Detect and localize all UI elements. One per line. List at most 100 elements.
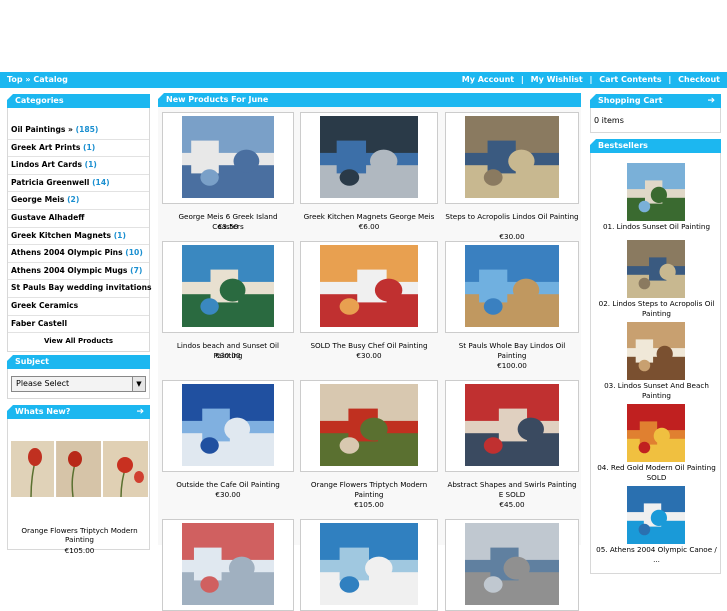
product-name[interactable]: Outside the Cafe Oil Painting [162, 480, 294, 490]
product-card[interactable]: St Pauls Whole Bay Lindos Oil Painting €1… [445, 241, 579, 370]
product-image[interactable] [162, 519, 294, 611]
bestseller-label[interactable]: 01. Lindos Sunset Oil Painting [593, 222, 720, 232]
category-item[interactable]: Greek Art Prints (1) [8, 140, 149, 158]
bestseller-image[interactable] [627, 486, 685, 544]
product-card[interactable]: Orange Flowers Triptych Modern Painting €… [300, 380, 438, 509]
product-card[interactable]: Abstract Shapes and Swirls Painting E SO… [445, 380, 579, 509]
bestseller-image[interactable] [627, 240, 685, 298]
category-label: Greek Ceramics [11, 300, 79, 310]
whats-new-product-name[interactable]: Orange Flowers Triptych Modern Painting [14, 526, 145, 544]
category-count: (2) [67, 195, 80, 205]
category-label: Greek Art Prints [11, 142, 81, 152]
cart-item-count: 0 items [594, 116, 624, 125]
category-label: Oil Paintings » [11, 125, 73, 134]
category-item[interactable]: Greek Ceramics [8, 298, 149, 316]
product-image[interactable] [300, 519, 438, 611]
product-image[interactable] [445, 112, 579, 204]
product-name[interactable]: St Pauls Whole Bay Lindos Oil Painting [445, 341, 579, 361]
category-item[interactable]: Faber Castell [8, 316, 149, 334]
category-count: (7) [130, 265, 143, 275]
whats-new-title: Whats New? [15, 407, 71, 417]
product-image[interactable] [445, 380, 579, 472]
top-nav-bar: Top » Catalog My Account | My Wishlist |… [0, 72, 727, 88]
bestseller-image[interactable] [627, 404, 685, 462]
subject-header: Subject [7, 355, 150, 370]
product-card[interactable]: Lindos beach and Sunset Oil Painting €30.… [162, 241, 294, 366]
categories-header: Categories [7, 94, 150, 108]
category-item[interactable]: Oil Paintings » (185) [8, 122, 149, 140]
product-price: €45.00 [499, 500, 525, 509]
product-name[interactable]: Greek Kitchen Magnets George Meis [300, 212, 438, 222]
bestsellers-title: Bestsellers [598, 141, 648, 150]
left-column: Categories Oil Paintings » (185) Greek Ar… [7, 94, 152, 555]
category-item[interactable]: Patricia Greenwell (14) [8, 175, 149, 193]
product-card[interactable]: Steps to Acropolis Lindos Oil Painting €3… [445, 112, 579, 241]
whats-new-header: Whats New? ➔ [7, 405, 150, 420]
product-image[interactable] [445, 519, 579, 611]
product-name[interactable]: Steps to Acropolis Lindos Oil Painting [445, 212, 579, 222]
product-card[interactable]: SOLD The Busy Chef Oil Painting €30.00 [300, 241, 438, 366]
product-price: €6.00 [358, 222, 380, 231]
bestseller-image[interactable] [627, 163, 685, 221]
product-card[interactable]: George Meis 6 Greek Island Coasters €3.50 [162, 112, 294, 237]
category-count: (14) [92, 177, 110, 187]
category-item[interactable]: Greek Kitchen Magnets (1) [8, 228, 149, 246]
categories-box: Oil Paintings » (185) Greek Art Prints (1… [7, 108, 152, 353]
category-item[interactable]: Lindos Art Cards (1) [8, 157, 149, 175]
product-name[interactable]: Abstract Shapes and Swirls Painting E SO… [445, 480, 579, 500]
arrow-right-icon[interactable]: ➔ [707, 96, 715, 106]
bestseller-image[interactable] [627, 322, 685, 380]
product-image[interactable] [445, 241, 579, 333]
checkout-link[interactable]: Checkout [678, 75, 720, 84]
category-item[interactable]: Athens 2004 Olympic Mugs (7) [8, 263, 149, 281]
subject-select-value: Please Select [16, 378, 70, 388]
category-label: Patricia Greenwell [11, 177, 90, 187]
subject-title: Subject [15, 357, 49, 367]
right-column: Shopping Cart ➔ 0 items Bestsellers 01. … [590, 94, 721, 574]
category-count: (185) [75, 125, 99, 134]
product-price: €100.00 [497, 361, 527, 370]
product-image[interactable] [162, 112, 294, 204]
my-account-link[interactable]: My Account [462, 75, 514, 84]
whats-new-product-price: €105.00 [64, 546, 95, 556]
product-card[interactable]: Greek Kitchen Magnets George Meis €6.00 [300, 112, 438, 237]
product-name[interactable]: SOLD The Busy Chef Oil Painting [300, 341, 438, 351]
whats-new-product-image[interactable] [11, 441, 148, 498]
account-links: My Account | My Wishlist | Cart Contents… [462, 75, 720, 84]
cart-contents-link[interactable]: Cart Contents [599, 75, 661, 84]
category-label: Faber Castell [11, 318, 68, 328]
arrow-right-icon[interactable]: ➔ [136, 407, 144, 417]
product-image[interactable] [300, 380, 438, 472]
chevron-down-icon[interactable]: ▼ [132, 377, 145, 392]
category-label: Athens 2004 Olympic Mugs [11, 265, 128, 275]
category-item[interactable]: St Pauls Bay wedding invitations [8, 280, 152, 298]
product-card[interactable]: Outside the Cafe Oil Painting €30.00 [162, 380, 294, 505]
category-item[interactable]: Athens 2004 Olympic Pins (10) [8, 245, 149, 263]
main-content: New Products For June George Meis 6 Gree… [158, 93, 581, 611]
category-item[interactable]: Gustave Alhadeff [8, 210, 149, 228]
shopping-cart-box: 0 items [590, 108, 721, 133]
product-price: €30.00 [215, 490, 241, 499]
bestseller-label[interactable]: 04. Red Gold Modern Oil Painting SOLD [593, 463, 720, 483]
product-price: €30.00 [356, 351, 382, 360]
category-item[interactable]: George Meis (2) [8, 192, 149, 210]
shopping-cart-header: Shopping Cart ➔ [590, 94, 721, 108]
bestseller-label[interactable]: 02. Lindos Steps to Acropolis Oil Painti… [593, 299, 720, 319]
bestseller-label[interactable]: 03. Lindos Sunset And Beach Painting [593, 381, 720, 401]
new-products-title: New Products For June [166, 95, 269, 104]
bestseller-label[interactable]: 05. Athens 2004 Olympic Canoe / ... [593, 545, 720, 565]
view-all-products-link[interactable]: View All Products [8, 333, 149, 351]
separator: | [589, 75, 593, 84]
shopping-cart-title: Shopping Cart [598, 96, 663, 105]
product-image[interactable] [300, 241, 438, 333]
product-image[interactable] [162, 380, 294, 472]
my-wishlist-link[interactable]: My Wishlist [531, 75, 583, 84]
subject-select[interactable]: Please Select ▼ [11, 376, 146, 393]
category-count: (1) [83, 142, 96, 152]
breadcrumb[interactable]: Top » Catalog [7, 75, 68, 84]
product-price: €3.50 [217, 222, 239, 231]
product-image[interactable] [300, 112, 438, 204]
product-name[interactable]: Orange Flowers Triptych Modern Painting [300, 480, 438, 500]
product-image[interactable] [162, 241, 294, 333]
subject-box: Please Select ▼ [7, 369, 150, 400]
